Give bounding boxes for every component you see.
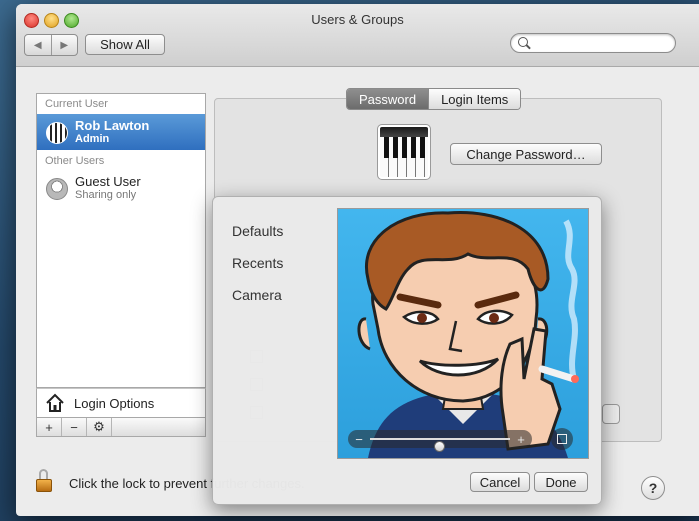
source-defaults[interactable]: Defaults	[232, 223, 283, 239]
user-name: Rob Lawton	[75, 118, 150, 133]
titlebar: Users & Groups ◀ ▶ Show All	[16, 4, 699, 67]
zoom-slider[interactable]: − +	[348, 430, 532, 452]
source-camera[interactable]: Camera	[232, 287, 282, 303]
obscured-button	[602, 404, 620, 424]
other-users-header: Other Users	[45, 155, 105, 167]
effects-icon[interactable]	[551, 428, 573, 450]
help-button[interactable]: ?	[641, 476, 665, 500]
source-recents[interactable]: Recents	[232, 255, 283, 271]
zoom-track	[370, 438, 510, 452]
user-list-toolbar: + − ⚙	[36, 418, 206, 437]
search-icon	[518, 37, 528, 47]
tab-bar: Password Login Items	[346, 88, 522, 110]
picture-picker-popover: Defaults Recents Camera − + Cancel Done	[212, 196, 602, 505]
window-title: Users & Groups	[311, 12, 404, 27]
tab-login-items[interactable]: Login Items	[428, 89, 521, 109]
cartoon-portrait	[357, 211, 579, 458]
piano-avatar-icon	[46, 122, 68, 144]
guest-avatar-icon	[46, 178, 68, 200]
user-role: Sharing only	[75, 189, 137, 201]
search-field[interactable]	[510, 33, 676, 53]
user-row-guest-user[interactable]: Guest User Sharing only	[37, 170, 205, 206]
forward-icon[interactable]: ▶	[50, 35, 78, 55]
house-icon	[46, 393, 64, 412]
zoom-in-icon[interactable]: +	[512, 430, 530, 448]
add-user-button[interactable]: +	[37, 418, 62, 436]
picture-source-list: Defaults Recents Camera	[213, 197, 321, 487]
back-forward-control: ◀ ▶	[24, 34, 78, 56]
login-options-label: Login Options	[74, 396, 155, 411]
picture-preview[interactable]: − +	[337, 208, 589, 459]
user-role: Admin	[75, 133, 110, 145]
change-password-button[interactable]: Change Password…	[450, 143, 602, 165]
current-user-header: Current User	[45, 98, 108, 110]
remove-user-button[interactable]: −	[62, 418, 87, 436]
back-icon[interactable]: ◀	[25, 35, 51, 55]
login-options-item[interactable]: Login Options	[36, 388, 206, 418]
zoom-knob[interactable]	[434, 441, 445, 452]
user-name: Guest User	[75, 174, 141, 189]
cancel-button[interactable]: Cancel	[470, 472, 530, 492]
done-button[interactable]: Done	[534, 472, 588, 492]
user-row-rob-lawton[interactable]: Rob Lawton Admin	[37, 114, 205, 150]
gear-icon[interactable]: ⚙	[87, 418, 112, 436]
zoom-out-icon[interactable]: −	[350, 430, 368, 448]
tab-password[interactable]: Password	[347, 89, 429, 109]
show-all-button[interactable]: Show All	[85, 34, 165, 55]
user-list: Current User Rob Lawton Admin Other User…	[36, 93, 206, 388]
lock-icon[interactable]	[36, 469, 52, 493]
user-picture-button[interactable]	[378, 125, 430, 179]
